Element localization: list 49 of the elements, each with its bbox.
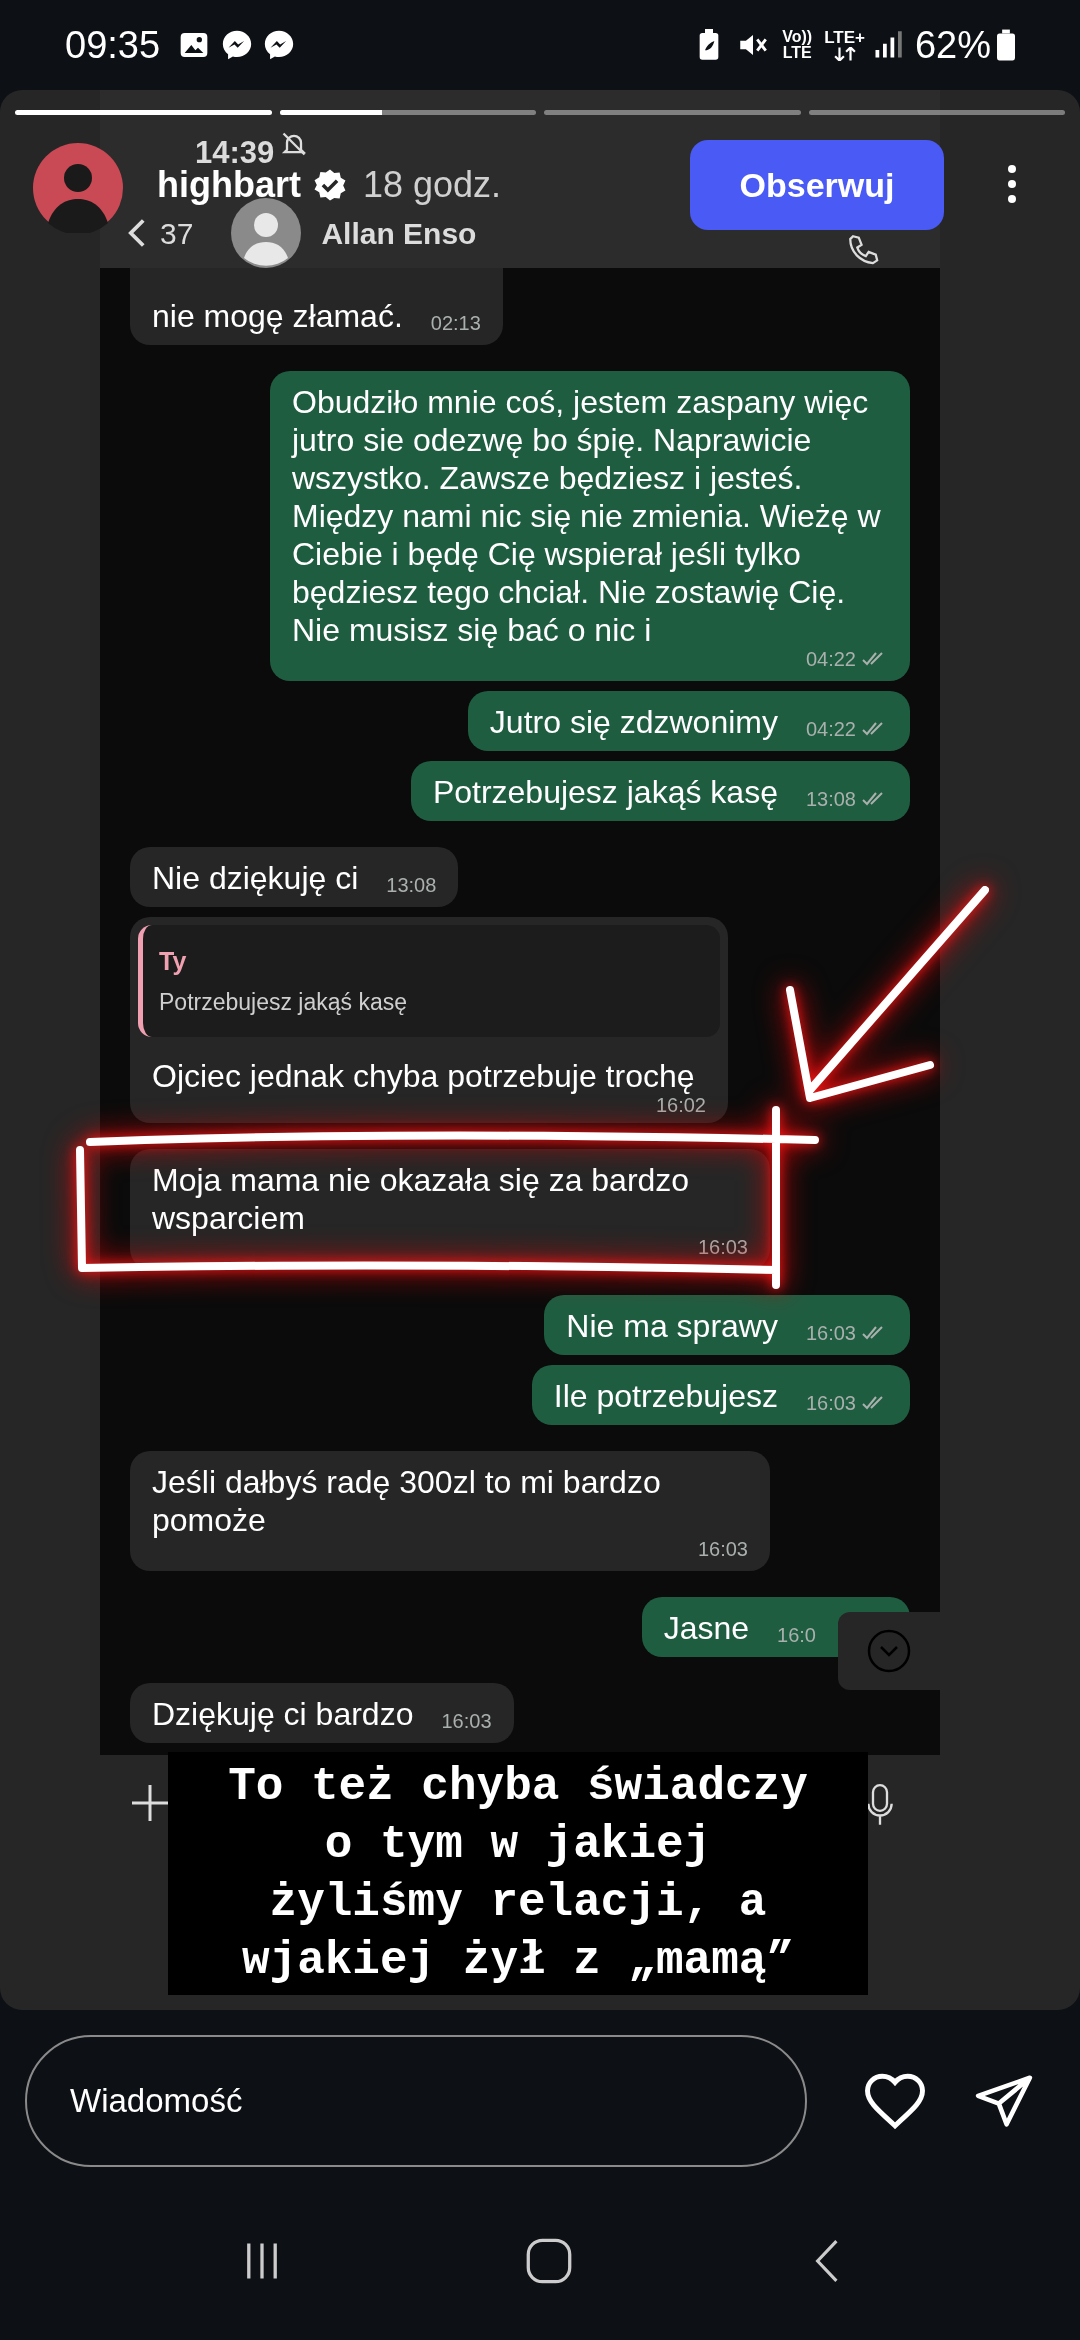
message-text: Ojciec jednak chyba potrzebuje trochę [152,1057,695,1095]
back-button[interactable]: 37 [128,210,194,256]
status-time: 09:35 [65,22,161,68]
battery-percent: 62% [914,22,991,68]
message-text: Obudziło mnie coś, jestem zaspany więc jutro sie odezwę bo śpię. Naprawicie wszystko. Zawsze będziesz i jesteś. Między nami nic się nie zmienia. Wieżę w Ciebie i będę Cię wspierał jeśli tylko będziesz tego chciał. Nie zostawię Cię. Nie musisz się bać o nic i [292,383,882,649]
back-icon[interactable] [813,2238,840,2284]
message-text: Moja mama nie okazała się za bardzo wsparciem [152,1161,691,1237]
message-time: 16:03 [441,1711,492,1731]
lte-plus-label: LTE+ [824,29,865,47]
message-time: 13:08 [386,875,437,895]
message-time: 13:08 [805,789,856,809]
message-text: Jutro się zdzwonimy [489,703,778,741]
quote-text: Potrzebujesz jakąś kasę [159,987,408,1017]
message-text: Nie dziękuję ci [152,859,359,897]
more-options-icon[interactable] [1007,164,1017,204]
story-age: 18 godz. [363,163,502,207]
message-text: Ile potrzebujesz [553,1377,778,1415]
message-text: Dziękuję ci bardzo [152,1695,414,1733]
battery-icon [997,29,1015,61]
follow-button[interactable]: Obserwuj [690,140,944,230]
message-time: 16:03 [805,1323,856,1343]
phone-icon[interactable] [846,232,880,266]
contact-name: Allan Enso [321,215,477,252]
message-text: nie mogę złamać. [152,297,403,335]
message-text: Nie ma sprawy [566,1307,778,1345]
message-input[interactable]: Wiadomość [25,2035,807,2167]
lte-label: LTE [782,45,812,61]
chevron-down-icon [867,1629,911,1673]
message-time: 16:0 [777,1625,816,1645]
quote-author: Ty [159,946,188,977]
message-text: Jasne [663,1609,750,1647]
message-time: 16:03 [697,1539,748,1559]
story-caption: To też chyba świadczy o tym w jakiej żyliśmy relacji, a wjakiej żył z „mamą” [168,1752,868,1995]
message-time: 04:22 [805,719,856,739]
author-avatar[interactable] [33,143,123,233]
message-time: 02:13 [430,313,481,333]
back-icon [128,218,146,248]
volte-label: Vo)) [782,29,813,45]
message-time: 04:22 [805,649,856,669]
plus-icon[interactable] [130,1783,170,1823]
home-icon[interactable] [525,2237,573,2285]
message-text: Potrzebujesz jakąś kasę [432,773,778,811]
message-time: 16:03 [805,1393,856,1413]
microphone-icon[interactable] [866,1783,894,1827]
message-text: Jeśli dałbyś radę 300zl to mi bardzo pomoże [152,1463,662,1539]
message-time: 16:03 [697,1237,748,1257]
battery-saver-icon [698,29,721,61]
message-time: 16:02 [654,1095,706,1115]
data-arrows-icon [833,47,856,61]
